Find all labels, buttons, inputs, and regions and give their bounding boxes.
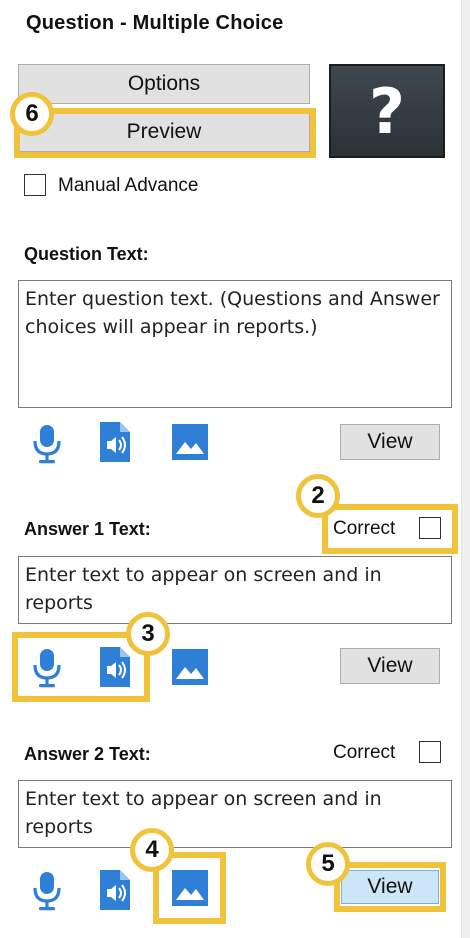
image-icon[interactable] xyxy=(171,423,209,461)
microphone-icon[interactable] xyxy=(30,423,64,465)
audio-file-icon[interactable] xyxy=(98,645,132,689)
question-text-label: Question Text: xyxy=(24,244,149,264)
manual-advance-checkbox[interactable] xyxy=(24,174,46,196)
preview-button[interactable]: Preview xyxy=(18,112,310,152)
microphone-icon[interactable] xyxy=(30,647,64,689)
audio-file-icon[interactable] xyxy=(98,868,132,912)
callout-badge-2: 2 xyxy=(296,474,340,518)
answer-2-text-input[interactable]: Enter text to appear on screen and in re… xyxy=(18,780,452,848)
options-button[interactable]: Options xyxy=(18,64,310,104)
callout-badge-5: 5 xyxy=(306,842,350,886)
answer-2-label: Answer 2 Text: xyxy=(24,744,151,764)
question-view-button[interactable]: View xyxy=(340,424,440,460)
callout-badge-6: 6 xyxy=(10,92,54,136)
question-preview-thumbnail: ? xyxy=(329,64,445,158)
scrollbar[interactable] xyxy=(461,0,470,938)
answer-2-correct-label: Correct xyxy=(333,742,396,763)
callout-badge-3: 3 xyxy=(126,612,170,656)
answer-1-correct-label: Correct xyxy=(333,518,396,539)
callout-badge-4: 4 xyxy=(130,828,174,872)
panel-title: Question - Multiple Choice xyxy=(26,12,284,34)
answer-1-text-input[interactable]: Enter text to appear on screen and in re… xyxy=(18,556,452,624)
answer-2-view-button[interactable]: View xyxy=(341,870,439,904)
answer-1-view-button[interactable]: View xyxy=(340,648,440,684)
answer-1-correct-checkbox[interactable] xyxy=(419,517,441,539)
image-icon[interactable] xyxy=(171,869,209,907)
microphone-icon[interactable] xyxy=(30,870,64,912)
answer-1-label: Answer 1 Text: xyxy=(24,519,151,539)
question-text-input[interactable]: Enter question text. (Questions and Answ… xyxy=(18,280,452,408)
audio-file-icon[interactable] xyxy=(98,420,132,464)
image-icon[interactable] xyxy=(171,648,209,686)
manual-advance-label: Manual Advance xyxy=(58,175,199,196)
question-editor-panel: Question - Multiple Choice Options Previ… xyxy=(0,0,470,938)
answer-2-correct-checkbox[interactable] xyxy=(419,741,441,763)
question-mark-icon: ? xyxy=(369,74,405,148)
